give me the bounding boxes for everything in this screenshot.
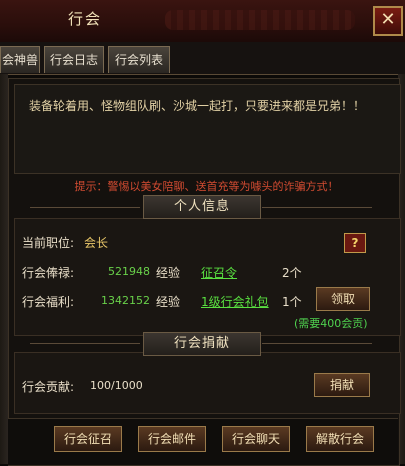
window-title-bar: 行会 — [0, 0, 405, 43]
guild-notice-box: 装备轮着用、怪物组队刷、沙城一起打，只要进来都是兄弟！！ — [14, 84, 401, 174]
guild-chat-button[interactable]: 行会聊天 — [222, 426, 290, 452]
salary-label: 行会俸禄: — [22, 266, 75, 280]
close-button[interactable]: ✕ — [373, 6, 403, 36]
salary-item-link[interactable]: 征召令 — [201, 264, 237, 281]
position-value: 会长 — [84, 236, 109, 250]
welfare-item-link[interactable]: 1级行会礼包 — [201, 293, 269, 310]
welfare-label: 行会福利: — [22, 295, 75, 309]
donation-header: 行会捐献 — [143, 332, 261, 356]
fraud-warning: 提示：警惕以美女陪聊、送首充等为噱头的诈骗方式！ — [74, 180, 339, 193]
position-label: 当前职位: — [22, 236, 75, 250]
help-button[interactable]: ? — [344, 233, 366, 253]
salary-exp-label: 经验 — [156, 266, 181, 280]
tab-guild-list[interactable]: 行会列表 — [108, 46, 170, 73]
salary-item-count: 2个 — [282, 266, 302, 280]
banner-wing-left-2 — [30, 343, 140, 358]
guild-recruit-button[interactable]: 行会征召 — [54, 426, 122, 452]
claim-button[interactable]: 领取 — [316, 287, 370, 311]
welfare-item-count: 1个 — [282, 295, 302, 309]
window-title: 行会 — [67, 10, 102, 28]
left-border — [0, 74, 8, 464]
welfare-exp-label: 经验 — [156, 295, 181, 309]
tab-guild-log[interactable]: 行会日志 — [44, 46, 104, 73]
donate-button[interactable]: 捐献 — [314, 373, 370, 397]
personal-info-header: 个人信息 — [143, 195, 261, 219]
tab-guild-beast[interactable]: 会神兽 — [0, 46, 40, 73]
banner-wing-right — [262, 207, 372, 222]
salary-exp-value: 521948 — [108, 265, 150, 278]
welfare-exp-value: 1342152 — [101, 294, 150, 307]
contribution-label: 行会贡献: — [22, 380, 75, 394]
guild-mail-button[interactable]: 行会邮件 — [138, 426, 206, 452]
banner-wing-right-2 — [262, 343, 372, 358]
contribution-value: 100/1000 — [90, 379, 143, 392]
claim-requirement: (需要400会贡) — [294, 317, 368, 330]
disband-guild-button[interactable]: 解散行会 — [306, 426, 374, 452]
guild-notice-text: 装备轮着用、怪物组队刷、沙城一起打，只要进来都是兄弟！！ — [29, 99, 366, 113]
title-ornament — [165, 10, 355, 30]
banner-wing-left — [30, 207, 140, 222]
